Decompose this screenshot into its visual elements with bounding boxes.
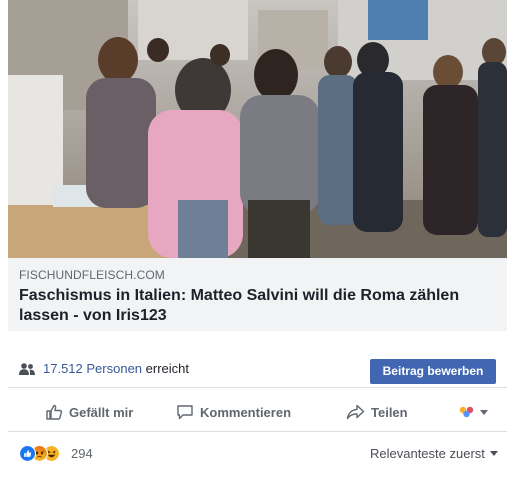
chevron-down-icon <box>489 451 498 456</box>
reaction-count[interactable]: 294 <box>71 446 93 461</box>
reach-suffix: erreicht <box>145 361 190 376</box>
reactions-summary: 294 Relevanteste zuerst <box>8 440 507 468</box>
reach-row: 17.512 Personen erreicht Beitrag bewerbe… <box>8 350 507 388</box>
like-button[interactable]: Gefällt mir <box>45 402 133 422</box>
audience-selector-icon <box>459 406 488 418</box>
photo-people-gathered-outdoors <box>8 0 507 258</box>
reaction-icons[interactable] <box>19 445 79 463</box>
comment-bubble-icon <box>177 405 193 420</box>
promote-post-button[interactable]: Beitrag bewerben <box>370 359 496 384</box>
reach-count-link[interactable]: 17.512 Personen <box>43 361 142 376</box>
like-reaction-icon <box>19 445 36 462</box>
link-headline[interactable]: Faschismus in Italien: Matteo Salvini wi… <box>19 286 496 326</box>
link-preview-caption[interactable]: FISCHUNDFLEISCH.COM Faschismus in Italie… <box>8 258 507 331</box>
audience-selector[interactable] <box>458 402 498 422</box>
link-preview-image[interactable] <box>8 0 507 258</box>
share-button[interactable]: Teilen <box>346 402 408 422</box>
thumbs-up-icon <box>46 404 63 420</box>
share-label: Teilen <box>371 404 408 420</box>
link-domain: FISCHUNDFLEISCH.COM <box>19 268 165 282</box>
comment-label: Kommentieren <box>200 404 292 420</box>
like-label: Gefällt mir <box>69 404 134 420</box>
sort-label: Relevanteste zuerst <box>370 446 485 461</box>
reach-summary: 17.512 Personen erreicht <box>43 361 189 377</box>
comment-sort-dropdown[interactable]: Relevanteste zuerst <box>370 446 498 461</box>
post-card: FISCHUNDFLEISCH.COM Faschismus in Italie… <box>8 0 507 484</box>
post-actions: Gefällt mir Kommentieren Teilen <box>8 392 507 432</box>
comment-button[interactable]: Kommentieren <box>176 402 291 422</box>
share-arrow-icon <box>346 404 365 420</box>
people-icon <box>19 363 35 375</box>
